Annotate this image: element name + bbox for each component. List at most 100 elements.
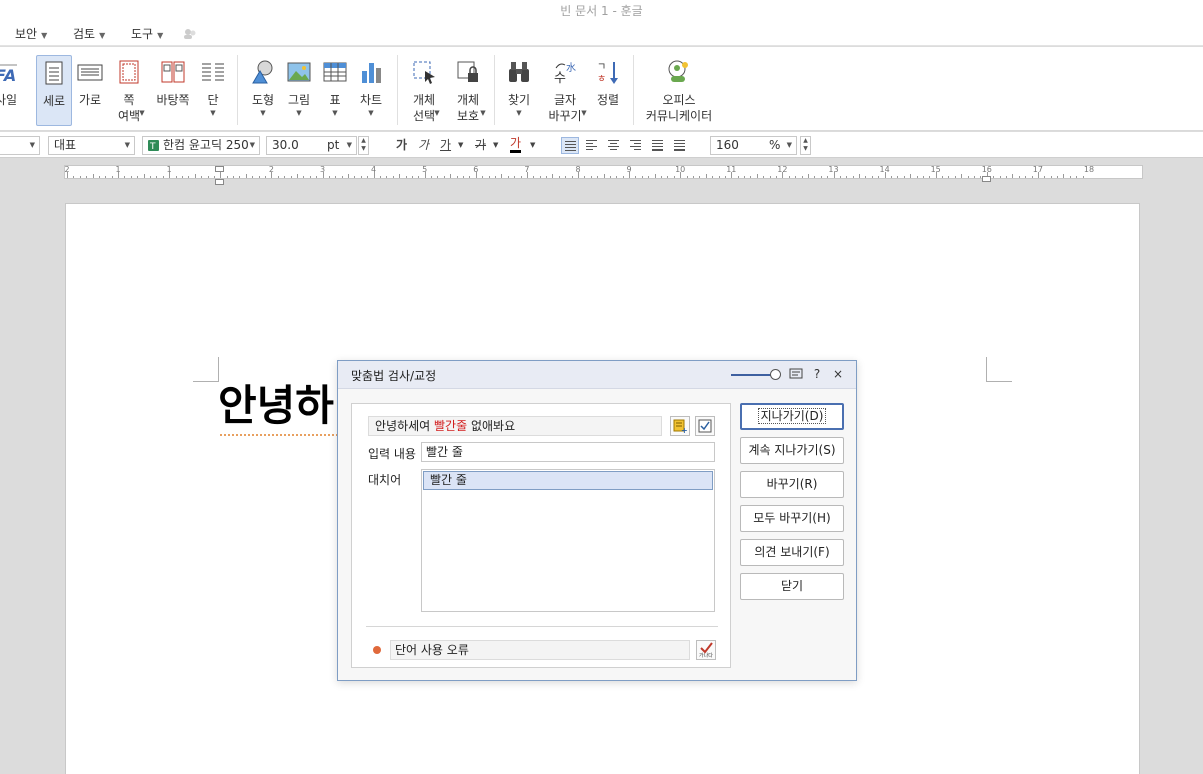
ribbon-object-select-button[interactable]: 개체 선택 ▼ — [407, 47, 441, 131]
align-distribute-button[interactable] — [649, 137, 667, 154]
ruler-tick — [92, 174, 94, 178]
add-word-button[interactable]: + — [670, 416, 690, 436]
font-select[interactable]: T 한컴 윤고딕 250 ▼ — [142, 136, 260, 155]
ribbon-label: 도형 — [251, 93, 275, 107]
svg-text:ㄱ: ㄱ — [597, 62, 606, 73]
ruler-tick — [724, 176, 726, 178]
ruler-tick — [501, 174, 503, 178]
line-spacing-stepper[interactable]: ▲ ▼ — [800, 136, 811, 155]
skip-button[interactable]: 지나가기(D) — [740, 403, 844, 430]
close-dialog-button[interactable]: 닫기 — [740, 573, 844, 600]
ribbon-picture-button[interactable]: 그림 ▼ — [284, 47, 314, 131]
ruler-tick — [942, 176, 944, 178]
ribbon-horizontal-button[interactable]: 가로 — [74, 47, 106, 131]
align-both-button[interactable] — [561, 137, 579, 154]
right-indent-marker[interactable] — [982, 176, 991, 182]
svg-text:ㅎ: ㅎ — [597, 74, 606, 85]
document-text[interactable]: 안녕하 — [218, 378, 338, 434]
align-divide-button[interactable] — [671, 137, 689, 154]
ruler-tick — [341, 176, 343, 178]
menu-security[interactable]: 보안 ▼ — [15, 25, 47, 43]
chevron-down-icon[interactable]: ▼ — [458, 137, 463, 154]
ribbon-background-button[interactable]: 바탕쪽 — [153, 47, 193, 131]
menu-review[interactable]: 검토 ▼ — [73, 25, 105, 43]
font-size-input[interactable]: 30.0 pt ▼ — [266, 136, 357, 155]
close-button[interactable]: × — [831, 367, 845, 381]
replace-button[interactable]: 바꾸기(R) — [740, 471, 844, 498]
rule-help-button[interactable]: 가나다 — [696, 640, 716, 660]
align-right-button[interactable] — [627, 137, 645, 154]
ruler-tick — [603, 174, 605, 178]
ruler-tick — [731, 172, 733, 178]
comment-icon[interactable] — [789, 367, 803, 381]
ruler-tick — [424, 172, 426, 178]
ribbon-shape-button[interactable]: 도형 ▼ — [247, 47, 279, 131]
ribbon-object-protect-button[interactable]: 개체 보호 ▼ — [449, 47, 487, 131]
ribbon-find-button[interactable]: 찾기 ▼ — [503, 47, 535, 131]
font-color-button[interactable]: 가 — [510, 137, 522, 153]
ruler-tick — [782, 172, 784, 178]
help-button[interactable]: ? — [810, 367, 824, 381]
ruler-tick — [552, 174, 554, 178]
ruler-tick — [399, 174, 401, 178]
replace-all-button[interactable]: 모두 바꾸기(H) — [740, 505, 844, 532]
font-size-stepper[interactable]: ▲ ▼ — [358, 136, 369, 155]
replace-char-icon: 수水 — [554, 62, 576, 85]
transparency-slider[interactable] — [731, 374, 775, 376]
ruler-tick — [162, 176, 164, 178]
partial-combo[interactable]: ▼ — [0, 136, 40, 155]
bold-button[interactable]: 가 — [396, 137, 407, 154]
strikethrough-button[interactable]: 가 — [475, 137, 486, 154]
ribbon-replace-button[interactable]: 수水 글자 바꾸기 ▼ — [543, 47, 587, 131]
ribbon-label: 가로 — [78, 93, 102, 107]
dialog-titlebar[interactable]: 맞춤법 검사/교정 ? × — [338, 361, 856, 389]
menu-tools[interactable]: 도구 ▼ — [131, 25, 163, 43]
suggestion-list[interactable]: 빨간 줄 — [421, 469, 715, 612]
svg-text:가나다: 가나다 — [699, 652, 713, 658]
ribbon-office-communicator-button[interactable]: 오피스 커뮤니케이터 — [643, 47, 715, 131]
sentence-before: 안녕하세여 — [375, 419, 435, 433]
ruler-tick — [456, 176, 458, 178]
ruler-tick — [1057, 176, 1059, 178]
list-item[interactable]: 빨간 줄 — [423, 471, 713, 490]
send-feedback-button[interactable]: 의견 보내기(F) — [740, 539, 844, 566]
italic-button[interactable]: 가 — [418, 137, 429, 154]
indent-marker-bottom[interactable] — [215, 179, 224, 185]
ruler-tick — [769, 176, 771, 178]
ribbon-vertical-button[interactable]: 세로 — [36, 55, 72, 126]
ribbon-sort-button[interactable]: ㄱㅎ 정렬 — [593, 47, 623, 131]
align-left-button[interactable] — [583, 137, 601, 154]
ruler-tick — [290, 176, 292, 178]
ribbon-page-margin-button[interactable]: 쪽 여백 ▼ — [112, 47, 146, 131]
spellcheck-dialog: 맞춤법 검사/교정 ? × 안녕하세여 빨간줄 없애봐요 + 입력 내용 빨간 … — [337, 360, 857, 681]
skip-all-button[interactable]: 계속 지나가기(S) — [740, 437, 844, 464]
chevron-down-icon[interactable]: ▼ — [493, 137, 498, 154]
chevron-down-icon[interactable]: ▼ — [530, 137, 535, 154]
ribbon-chart-button[interactable]: 차트 ▼ — [355, 47, 387, 131]
line-spacing-input[interactable]: 160 % ▼ — [710, 136, 797, 155]
style-select[interactable]: 대표 ▼ — [48, 136, 135, 155]
ruler-tick — [443, 176, 445, 178]
chevron-down-icon: ▼ — [786, 141, 792, 149]
check-options-button[interactable] — [695, 416, 715, 436]
input-field[interactable]: 빨간 줄 — [421, 442, 715, 462]
ruler-tick — [686, 176, 688, 178]
ruler-tick — [571, 176, 573, 178]
ruler-tick — [922, 176, 924, 178]
ruler-tick — [827, 176, 829, 178]
ruler-tick — [1050, 176, 1052, 178]
underline-button[interactable]: 가 — [440, 137, 451, 154]
crop-mark — [986, 357, 987, 382]
ruler-tick — [258, 176, 260, 178]
ribbon-table-button[interactable]: 표 ▼ — [321, 47, 349, 131]
ribbon-partial-button[interactable]: FA 사일 — [0, 47, 18, 131]
ribbon-column-button[interactable]: 단 ▼ — [199, 47, 227, 131]
align-center-button[interactable] — [605, 137, 623, 154]
indent-marker-top[interactable] — [215, 166, 224, 172]
transparency-slider-knob[interactable] — [770, 369, 781, 380]
ruler-tick — [130, 176, 132, 178]
people-icon[interactable] — [183, 28, 197, 40]
ruler-tick — [475, 172, 477, 178]
ribbon-label: 차트 — [359, 93, 383, 107]
spellcheck-icon: 가나다 — [699, 642, 713, 658]
